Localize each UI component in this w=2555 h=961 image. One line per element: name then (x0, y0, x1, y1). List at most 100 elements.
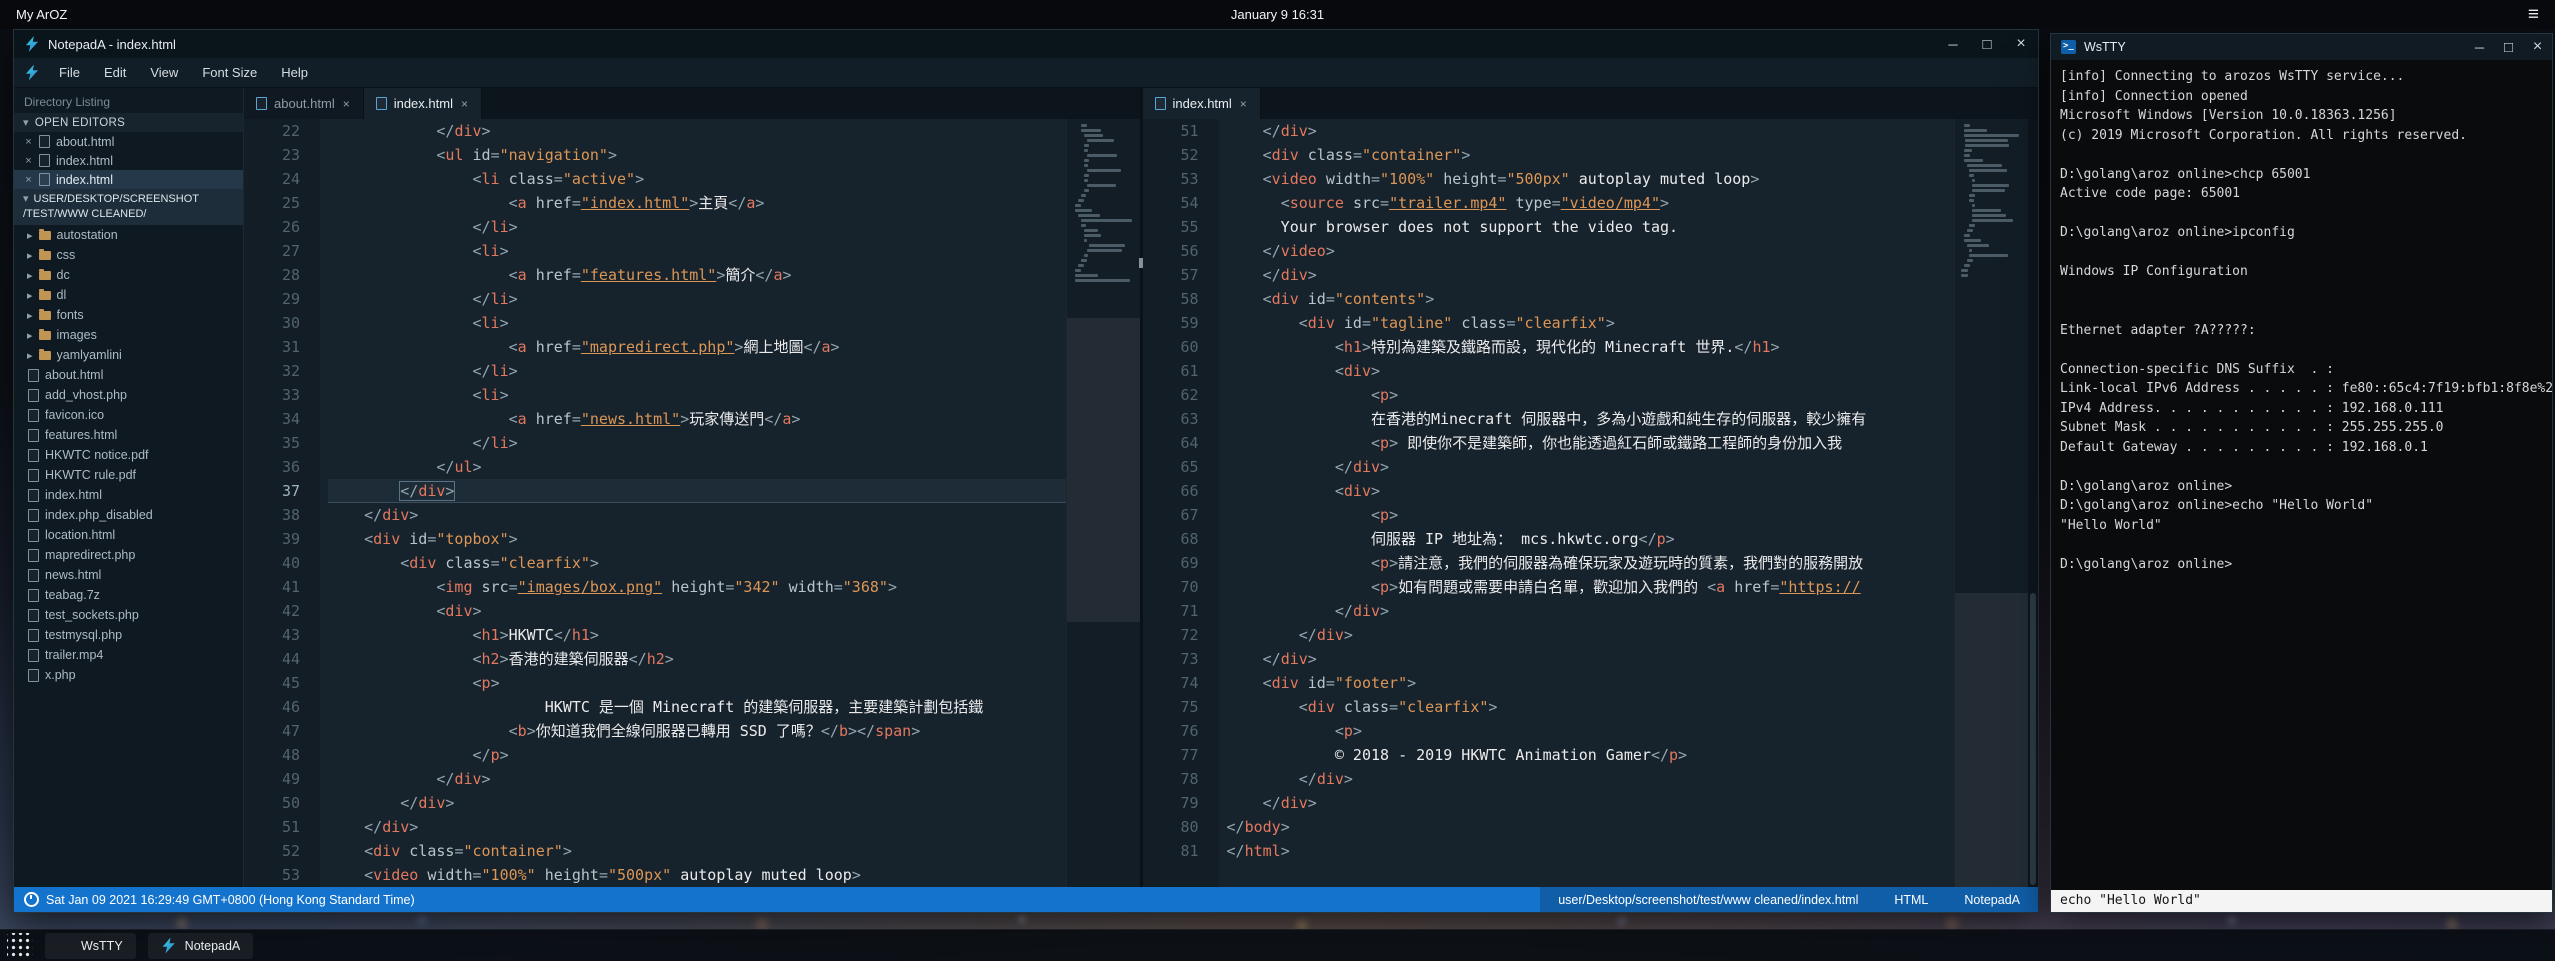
code-line[interactable]: <h2>香港的建築伺服器</h2> (328, 647, 1066, 671)
code-line[interactable]: <a href="index.html">主頁</a> (328, 191, 1066, 215)
code-line[interactable]: <div id="footer"> (1227, 671, 1955, 695)
file-item[interactable]: favicon.ico (14, 405, 243, 425)
terminal-input[interactable]: echo "Hello World" (2051, 890, 2552, 912)
code-line[interactable]: 在香港的Minecraft 伺服器中，多為小遊戲和純生存的伺服器，較少擁有 (1227, 407, 1955, 431)
folder-item[interactable]: autostation (14, 225, 243, 245)
aroz-brand[interactable]: My ArOZ (16, 7, 67, 22)
code-line[interactable]: <p> (1227, 383, 1955, 407)
maximize-icon[interactable] (1970, 30, 2004, 58)
code-line[interactable]: <div id="topbox"> (328, 527, 1066, 551)
file-item[interactable]: index.php_disabled (14, 505, 243, 525)
code-line[interactable]: <p> 即使你不是建築師，你也能透過紅石師或鐵路工程師的身份加入我 (1227, 431, 1955, 455)
vertical-scrollbar[interactable] (2028, 119, 2038, 887)
code-line[interactable]: <p>如有問題或需要申請白名單，歡迎加入我們的 <a href="https:/… (1227, 575, 1955, 599)
group2-minimap[interactable] (1954, 119, 2028, 887)
code-line[interactable]: </div> (1227, 263, 1955, 287)
folder-item[interactable]: css (14, 245, 243, 265)
workspace-root[interactable]: USER/DESKTOP/SCREENSHOT /TEST/WWW CLEANE… (14, 189, 243, 225)
menu-view[interactable]: View (139, 61, 189, 84)
file-item[interactable]: about.html (14, 365, 243, 385)
code-line[interactable]: <h1>HKWTC</h1> (328, 623, 1066, 647)
folder-item[interactable]: images (14, 325, 243, 345)
group1-minimap[interactable] (1066, 119, 1140, 887)
file-item[interactable]: HKWTC rule.pdf (14, 465, 243, 485)
code-line[interactable]: <video width="100%" height="500px" autop… (1227, 167, 1955, 191)
file-item[interactable]: location.html (14, 525, 243, 545)
code-line[interactable]: <a href="features.html">簡介</a> (328, 263, 1066, 287)
terminal-output[interactable]: [info] Connecting to arozos WsTTY servic… (2051, 60, 2552, 890)
group2-code[interactable]: </div> <div class="container"> <video wi… (1219, 119, 1955, 887)
code-line[interactable]: HKWTC 是一個 Minecraft 的建築伺服器，主要建築計劃包括鐵 (328, 695, 1066, 719)
code-line[interactable]: </ul> (328, 455, 1066, 479)
code-line[interactable]: </div> (1227, 455, 1955, 479)
open-editor-item[interactable]: index.html (14, 151, 243, 170)
status-language[interactable]: HTML (1894, 893, 1928, 907)
code-line[interactable]: </div> (328, 791, 1066, 815)
status-app-name[interactable]: NotepadA (1964, 893, 2020, 907)
open-editors-section[interactable]: OPEN EDITORS (14, 113, 243, 132)
code-line[interactable]: </p> (328, 743, 1066, 767)
code-line[interactable]: <div class="clearfix"> (328, 551, 1066, 575)
menu-file[interactable]: File (48, 61, 91, 84)
file-item[interactable]: test_sockets.php (14, 605, 243, 625)
taskbar-item-wstty[interactable]: WsTTY (45, 933, 136, 959)
code-line[interactable]: <ul id="navigation"> (328, 143, 1066, 167)
code-line[interactable]: </li> (328, 215, 1066, 239)
notepada-titlebar[interactable]: NotepadA - index.html (14, 30, 2038, 58)
code-line[interactable]: </div> (328, 479, 1066, 503)
code-line[interactable]: <div class="clearfix"> (1227, 695, 1955, 719)
code-line[interactable]: <p>請注意，我們的伺服器為確保玩家及遊玩時的質素，我們對的服務開放 (1227, 551, 1955, 575)
menu-help[interactable]: Help (270, 61, 319, 84)
code-line[interactable]: <div id="tagline" class="clearfix"> (1227, 311, 1955, 335)
code-line[interactable]: </div> (328, 119, 1066, 143)
code-line[interactable]: <div class="container"> (1227, 143, 1955, 167)
group1-editor[interactable]: 2223242526272829303132333435363738394041… (244, 119, 1140, 887)
code-line[interactable]: </div> (1227, 119, 1955, 143)
tab-index.html[interactable]: index.html (364, 88, 482, 119)
code-line[interactable]: <li class="active"> (328, 167, 1066, 191)
code-line[interactable]: </body> (1227, 815, 1955, 839)
code-line[interactable]: </li> (328, 431, 1066, 455)
minimize-icon[interactable] (2465, 34, 2494, 60)
close-icon[interactable] (2004, 30, 2038, 58)
wstty-titlebar[interactable]: WsTTY (2051, 34, 2552, 60)
file-item[interactable]: add_vhost.php (14, 385, 243, 405)
open-editor-item[interactable]: about.html (14, 132, 243, 151)
code-line[interactable]: <img src="images/box.png" height="342" w… (328, 575, 1066, 599)
tab-close-icon[interactable] (460, 97, 469, 111)
code-line[interactable]: </div> (1227, 647, 1955, 671)
scrollbar-thumb[interactable] (2030, 593, 2036, 885)
code-line[interactable]: 伺服器 IP 地址為： mcs.hkwtc.org</p> (1227, 527, 1955, 551)
file-item[interactable]: trailer.mp4 (14, 645, 243, 665)
minimize-icon[interactable] (1936, 30, 1970, 58)
open-editor-item[interactable]: index.html (14, 170, 243, 189)
code-line[interactable]: <li> (328, 311, 1066, 335)
code-line[interactable]: </li> (328, 359, 1066, 383)
file-item[interactable]: features.html (14, 425, 243, 445)
code-line[interactable]: © 2018 - 2019 HKWTC Animation Gamer</p> (1227, 743, 1955, 767)
minimap-viewport[interactable] (1067, 318, 1140, 621)
code-line[interactable]: Your browser does not support the video … (1227, 215, 1955, 239)
code-line[interactable]: <div class="container"> (328, 839, 1066, 863)
code-line[interactable]: <p> (328, 671, 1066, 695)
file-item[interactable]: news.html (14, 565, 243, 585)
code-line[interactable]: </html> (1227, 839, 1955, 863)
file-item[interactable]: mapredirect.php (14, 545, 243, 565)
code-line[interactable]: <div> (328, 599, 1066, 623)
code-line[interactable]: <a href="mapredirect.php">網上地圖</a> (328, 335, 1066, 359)
code-line[interactable]: <source src="trailer.mp4" type="video/mp… (1227, 191, 1955, 215)
file-item[interactable]: index.html (14, 485, 243, 505)
close-icon[interactable] (24, 136, 33, 148)
code-line[interactable]: <div> (1227, 479, 1955, 503)
code-line[interactable]: <a href="news.html">玩家傳送門</a> (328, 407, 1066, 431)
code-line[interactable]: </div> (328, 767, 1066, 791)
close-icon[interactable] (24, 155, 33, 167)
folder-item[interactable]: yamlyamlini (14, 345, 243, 365)
code-line[interactable]: <h1>特別為建築及鐵路而設，現代化的 Minecraft 世界.</h1> (1227, 335, 1955, 359)
code-line[interactable]: </div> (328, 503, 1066, 527)
code-line[interactable]: </div> (1227, 791, 1955, 815)
maximize-icon[interactable] (2494, 34, 2523, 60)
folder-item[interactable]: dl (14, 285, 243, 305)
code-line[interactable]: </video> (1227, 239, 1955, 263)
close-icon[interactable] (2523, 34, 2552, 60)
